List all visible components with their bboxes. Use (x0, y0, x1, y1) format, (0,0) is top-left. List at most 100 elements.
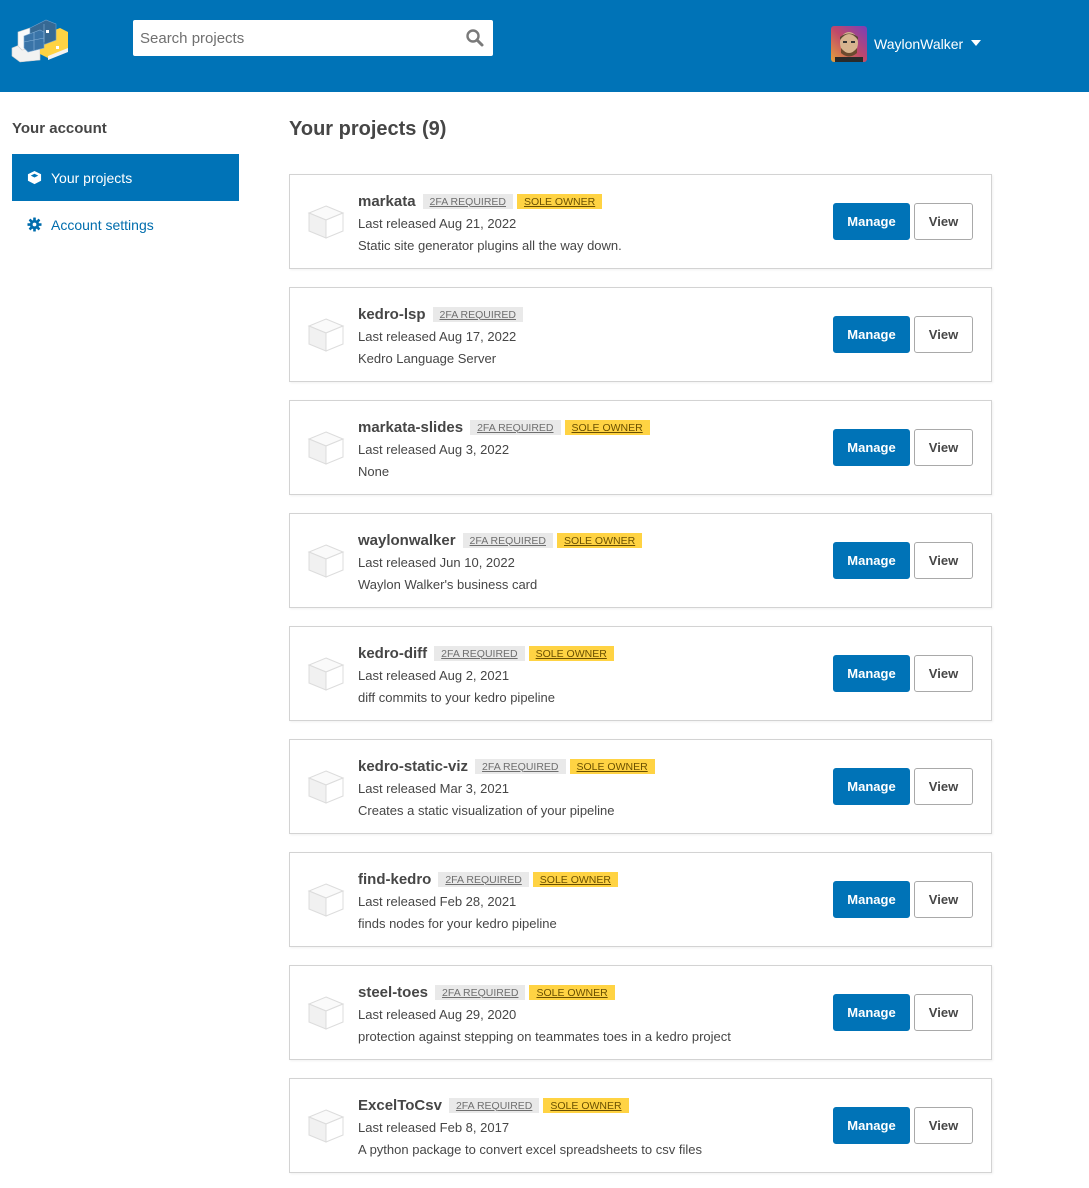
view-button[interactable]: View (914, 542, 973, 579)
last-released: Last released Aug 2, 2021 (358, 668, 510, 683)
manage-button[interactable]: Manage (833, 316, 910, 353)
project-description: Static site generator plugins all the wa… (358, 238, 622, 253)
project-info: kedro-lsp 2FA REQUIRED Last released Aug… (358, 304, 527, 370)
sidebar-item-label: Account settings (51, 216, 154, 233)
project-description: Kedro Language Server (358, 351, 497, 366)
project-info: ExcelToCsv 2FA REQUIRED SOLE OWNER Last r… (358, 1095, 702, 1161)
view-button[interactable]: View (914, 429, 973, 466)
project-badges: 2FA REQUIRED SOLE OWNER (475, 758, 659, 774)
project-description: None (358, 464, 390, 479)
manage-button[interactable]: Manage (833, 768, 910, 805)
project-info: markata 2FA REQUIRED SOLE OWNER Last rele… (358, 191, 622, 257)
project-name[interactable]: kedro-static-viz (358, 758, 468, 775)
project-info: kedro-diff 2FA REQUIRED SOLE OWNER Last r… (358, 643, 618, 709)
2fa-required-badge[interactable]: 2FA REQUIRED (470, 419, 561, 435)
manage-button[interactable]: Manage (833, 1107, 910, 1144)
search-input[interactable] (133, 20, 453, 56)
project-badges: 2FA REQUIRED SOLE OWNER (462, 532, 647, 548)
project-card: markata 2FA REQUIRED SOLE OWNER Last rele… (289, 174, 992, 269)
view-button[interactable]: View (914, 1107, 973, 1144)
project-description: diff commits to your kedro pipeline (358, 690, 556, 705)
last-released: Last released Mar 3, 2021 (358, 781, 510, 796)
manage-button[interactable]: Manage (833, 881, 910, 918)
package-cube-icon (307, 316, 345, 354)
project-name[interactable]: kedro-lsp (358, 306, 426, 323)
package-cube-icon (307, 542, 345, 580)
caret-down-icon (971, 40, 982, 46)
sole-owner-badge[interactable]: SOLE OWNER (564, 419, 650, 435)
pypi-logo[interactable] (10, 10, 72, 64)
project-actions: Manage View (833, 542, 973, 579)
account-sidebar: Your account Your projects Account setti… (12, 120, 239, 248)
project-title-row: waylonwalker 2FA REQUIRED SOLE OWNER (358, 530, 646, 550)
project-title-row: find-kedro 2FA REQUIRED SOLE OWNER (358, 869, 622, 889)
search-icon[interactable] (465, 28, 485, 48)
project-info: steel-toes 2FA REQUIRED SOLE OWNER Last r… (358, 982, 731, 1048)
manage-button[interactable]: Manage (833, 542, 910, 579)
project-card: ExcelToCsv 2FA REQUIRED SOLE OWNER Last r… (289, 1078, 992, 1173)
project-card: kedro-lsp 2FA REQUIRED Last released Aug… (289, 287, 992, 382)
view-button[interactable]: View (914, 203, 973, 240)
project-name[interactable]: steel-toes (358, 984, 428, 1001)
sole-owner-badge[interactable]: SOLE OWNER (532, 871, 618, 887)
project-actions: Manage View (833, 994, 973, 1031)
username: WaylonWalker (874, 36, 964, 52)
project-badges: 2FA REQUIRED SOLE OWNER (435, 984, 619, 1000)
2fa-required-badge[interactable]: 2FA REQUIRED (422, 193, 513, 209)
manage-button[interactable]: Manage (833, 655, 910, 692)
2fa-required-badge[interactable]: 2FA REQUIRED (438, 871, 529, 887)
project-name[interactable]: markata-slides (358, 419, 463, 436)
package-cube-icon (307, 1107, 345, 1145)
sole-owner-badge[interactable]: SOLE OWNER (517, 193, 603, 209)
sidebar-heading: Your account (12, 120, 107, 137)
manage-button[interactable]: Manage (833, 994, 910, 1031)
sidebar-item-your-projects[interactable]: Your projects (12, 154, 239, 201)
project-badges: 2FA REQUIRED (432, 306, 527, 322)
project-name[interactable]: kedro-diff (358, 645, 427, 662)
package-cube-icon (307, 655, 345, 693)
2fa-required-badge[interactable]: 2FA REQUIRED (435, 984, 526, 1000)
project-card: markata-slides 2FA REQUIRED SOLE OWNER La… (289, 400, 992, 495)
2fa-required-badge[interactable]: 2FA REQUIRED (475, 758, 566, 774)
project-description: Waylon Walker's business card (358, 577, 538, 592)
project-actions: Manage View (833, 655, 973, 692)
user-menu[interactable]: WaylonWalker (831, 26, 982, 62)
project-name[interactable]: ExcelToCsv (358, 1097, 442, 1114)
package-cube-icon (307, 203, 345, 241)
sole-owner-badge[interactable]: SOLE OWNER (528, 645, 614, 661)
top-navigation-bar: WaylonWalker (0, 0, 1089, 92)
view-button[interactable]: View (914, 768, 973, 805)
manage-button[interactable]: Manage (833, 203, 910, 240)
sidebar-item-account-settings[interactable]: Account settings (12, 201, 239, 248)
project-card: kedro-diff 2FA REQUIRED SOLE OWNER Last r… (289, 626, 992, 721)
project-info: find-kedro 2FA REQUIRED SOLE OWNER Last r… (358, 869, 622, 935)
view-button[interactable]: View (914, 881, 973, 918)
project-name[interactable]: waylonwalker (358, 532, 456, 549)
project-title-row: markata-slides 2FA REQUIRED SOLE OWNER (358, 417, 654, 437)
avatar (831, 26, 867, 62)
cube-icon (27, 170, 42, 185)
sole-owner-badge[interactable]: SOLE OWNER (543, 1097, 629, 1113)
last-released: Last released Aug 3, 2022 (358, 442, 510, 457)
sole-owner-badge[interactable]: SOLE OWNER (529, 984, 615, 1000)
project-title-row: ExcelToCsv 2FA REQUIRED SOLE OWNER (358, 1095, 702, 1115)
sole-owner-badge[interactable]: SOLE OWNER (557, 532, 643, 548)
view-button[interactable]: View (914, 655, 973, 692)
2fa-required-badge[interactable]: 2FA REQUIRED (448, 1097, 540, 1113)
view-button[interactable]: View (914, 316, 973, 353)
project-description: finds nodes for your kedro pipeline (358, 916, 557, 931)
project-title-row: kedro-diff 2FA REQUIRED SOLE OWNER (358, 643, 618, 663)
view-button[interactable]: View (914, 994, 973, 1031)
page-title: Your projects (9) (289, 118, 447, 140)
sole-owner-badge[interactable]: SOLE OWNER (569, 758, 655, 774)
2fa-required-badge[interactable]: 2FA REQUIRED (462, 532, 553, 548)
project-actions: Manage View (833, 203, 973, 240)
manage-button[interactable]: Manage (833, 429, 910, 466)
2fa-required-badge[interactable]: 2FA REQUIRED (432, 306, 523, 322)
project-name[interactable]: markata (358, 193, 416, 210)
project-name[interactable]: find-kedro (358, 871, 431, 888)
package-cube-icon (307, 429, 345, 467)
2fa-required-badge[interactable]: 2FA REQUIRED (434, 645, 525, 661)
search-bar (133, 20, 493, 56)
project-list: markata 2FA REQUIRED SOLE OWNER Last rele… (289, 174, 992, 1173)
